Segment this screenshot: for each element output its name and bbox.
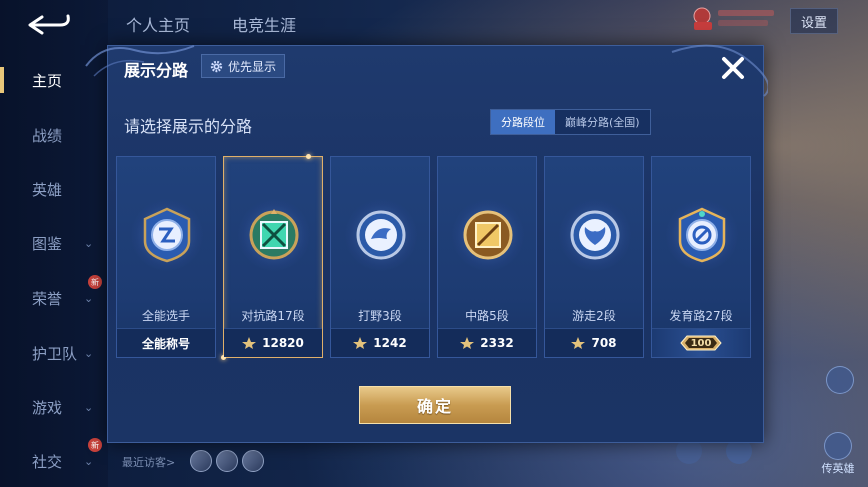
modal-title: 展示分路 bbox=[124, 61, 189, 80]
lane-card-footer: 2332 bbox=[438, 328, 536, 357]
back-arrow-icon[interactable] bbox=[24, 12, 74, 38]
emblem-glow bbox=[452, 199, 524, 271]
vip-banner[interactable] bbox=[690, 4, 782, 32]
lane-card-ribbon-number: 100 bbox=[690, 337, 712, 349]
settings-button[interactable]: 设置 bbox=[790, 8, 838, 34]
nav-item[interactable]: 游戏 ⌄ bbox=[0, 392, 108, 422]
lane-card-score: 708 bbox=[591, 336, 617, 350]
lane-card[interactable]: 游走2段 708 bbox=[544, 156, 644, 358]
hero-icon bbox=[824, 432, 852, 460]
lane-card[interactable]: 发育路27段 100 bbox=[651, 156, 751, 358]
clash-lane-emblem-icon bbox=[249, 209, 299, 260]
rank-star-icon bbox=[571, 337, 586, 349]
chevron-down-icon: ⌄ bbox=[84, 454, 94, 468]
chevron-down-icon: ⌄ bbox=[84, 236, 94, 250]
selection-sparkle bbox=[306, 154, 311, 159]
lane-card-score: 2332 bbox=[480, 336, 514, 350]
chevron-down-icon: ⌄ bbox=[84, 346, 94, 360]
lane-card-score: 1242 bbox=[373, 336, 407, 350]
emblem-glow bbox=[666, 199, 738, 271]
mid-lane-emblem-icon bbox=[463, 210, 513, 260]
lane-card-name: 发育路27段 bbox=[669, 309, 733, 323]
nav-item[interactable]: 护卫队 ⌄ bbox=[0, 338, 108, 368]
right-button-label: 传英雄 bbox=[821, 462, 855, 475]
emblem-glow bbox=[238, 199, 310, 271]
nav-item-label: 社交 bbox=[32, 452, 63, 471]
lane-card[interactable]: 打野3段 1242 bbox=[330, 156, 430, 358]
allround-emblem-icon bbox=[143, 207, 191, 263]
lane-card-name: 全能选手 bbox=[141, 309, 190, 323]
roam-emblem-icon bbox=[570, 210, 620, 260]
person-icon bbox=[826, 366, 854, 394]
right-side-button[interactable]: 传英雄 bbox=[818, 432, 858, 475]
nav-item[interactable]: 英雄 bbox=[0, 174, 108, 204]
nav-item-label: 护卫队 bbox=[32, 344, 78, 363]
segment-peak-lane[interactable]: 巅峰分路(全国) bbox=[555, 110, 650, 134]
nav-item[interactable]: 图鉴 ⌄ bbox=[0, 228, 108, 258]
nav-item[interactable]: 战绩 bbox=[0, 120, 108, 150]
tab-profile-home[interactable]: 个人主页 bbox=[126, 12, 190, 36]
nav-item[interactable]: 主页 bbox=[0, 65, 108, 95]
lane-card[interactable]: 全能选手 全能称号 bbox=[116, 156, 216, 358]
lane-card-footer-text: 全能称号 bbox=[141, 336, 190, 351]
lane-card[interactable]: 中路5段 2332 bbox=[437, 156, 537, 358]
confirm-button[interactable]: 确定 bbox=[359, 386, 511, 424]
lane-card-selected[interactable]: 对抗路17段 12820 bbox=[221, 154, 323, 360]
emblem-glow bbox=[131, 199, 203, 271]
emblem-glow bbox=[559, 199, 631, 271]
visitor-avatar[interactable] bbox=[216, 450, 238, 472]
recent-visitors-link[interactable]: 最近访客> bbox=[122, 454, 175, 470]
lane-card-name: 打野3段 bbox=[358, 309, 402, 323]
nav-item[interactable]: 荣誉 ⌄ 新 bbox=[0, 275, 108, 313]
nav-item-label: 英雄 bbox=[32, 180, 63, 199]
nav-item-label: 荣誉 bbox=[32, 289, 63, 308]
segment-lane-rank[interactable]: 分路段位 bbox=[491, 110, 555, 134]
nav-item-label: 主页 bbox=[32, 71, 63, 90]
visitor-avatar[interactable] bbox=[190, 450, 212, 472]
lane-card-footer: 100 bbox=[652, 328, 750, 357]
priority-display-label: 优先显示 bbox=[228, 59, 277, 74]
rank-star-icon bbox=[242, 337, 257, 349]
nav-item[interactable]: 社交 ⌄ 新 bbox=[0, 438, 108, 476]
rank-star-icon bbox=[460, 337, 475, 349]
lane-card-footer: 708 bbox=[545, 328, 643, 357]
lane-card-footer: 12820 bbox=[224, 328, 322, 357]
gear-icon bbox=[210, 60, 223, 72]
right-side-button[interactable] bbox=[820, 366, 860, 400]
new-badge: 新 bbox=[88, 438, 102, 452]
show-lane-modal: 展示分路 优先显示 请选择展示的分路 分路段位 巅峰分路(全国) 全能选手 全能… bbox=[85, 44, 768, 443]
emblem-glow bbox=[345, 199, 417, 271]
tab-esports-career[interactable]: 电竞生涯 bbox=[232, 12, 296, 36]
nav-item-label: 图鉴 bbox=[32, 234, 63, 253]
lane-card-footer: 1242 bbox=[331, 328, 429, 357]
close-icon[interactable] bbox=[718, 53, 748, 83]
priority-display-button[interactable]: 优先显示 bbox=[201, 54, 286, 78]
rank-star-icon bbox=[353, 337, 368, 349]
chevron-down-icon: ⌄ bbox=[84, 291, 94, 305]
lane-card-footer: 全能称号 bbox=[117, 328, 215, 357]
lane-card-name: 中路5段 bbox=[465, 309, 509, 323]
nav-item-label: 游戏 bbox=[32, 398, 63, 417]
lane-select-prompt: 请选择展示的分路 bbox=[124, 117, 253, 136]
lane-card-score: 12820 bbox=[262, 336, 304, 350]
new-badge: 新 bbox=[88, 275, 102, 289]
farm-lane-emblem-icon bbox=[678, 207, 726, 263]
lane-card-name: 游走2段 bbox=[572, 309, 616, 323]
visitor-avatar[interactable] bbox=[242, 450, 264, 472]
chevron-down-icon: ⌄ bbox=[84, 400, 94, 414]
left-nav: 主页 战绩 英雄 图鉴 ⌄ 荣誉 ⌄ 新护卫队 ⌄ 游戏 ⌄ 社交 ⌄ 新 bbox=[0, 0, 108, 487]
lane-mode-toggle: 分路段位 巅峰分路(全国) bbox=[490, 109, 651, 135]
nav-item-label: 战绩 bbox=[32, 126, 63, 145]
jungle-emblem-icon bbox=[356, 210, 406, 260]
lane-card-name: 对抗路17段 bbox=[241, 309, 305, 323]
